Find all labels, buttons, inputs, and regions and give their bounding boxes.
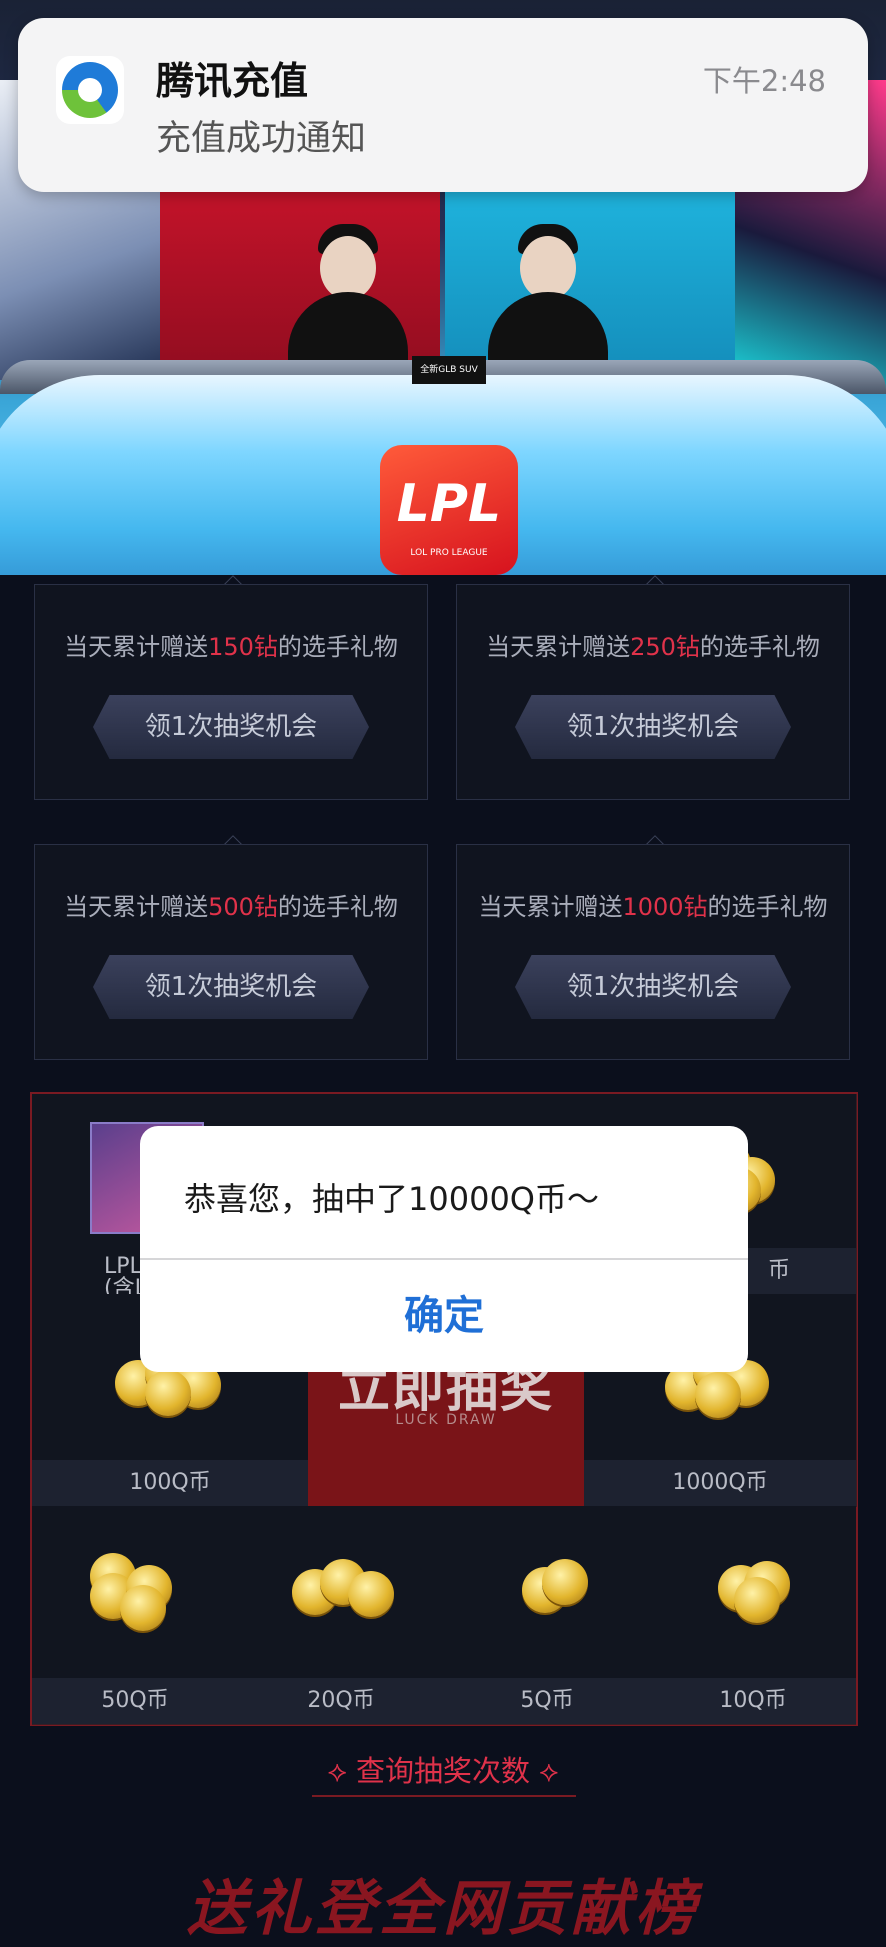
confirm-button[interactable]: 确定 xyxy=(140,1260,748,1372)
dialog-message: 恭喜您，抽中了10000Q币～ xyxy=(184,1180,599,1218)
modal-overlay xyxy=(0,0,886,1920)
prize-result-dialog: 恭喜您，抽中了10000Q币～ 确定 xyxy=(140,1126,748,1372)
